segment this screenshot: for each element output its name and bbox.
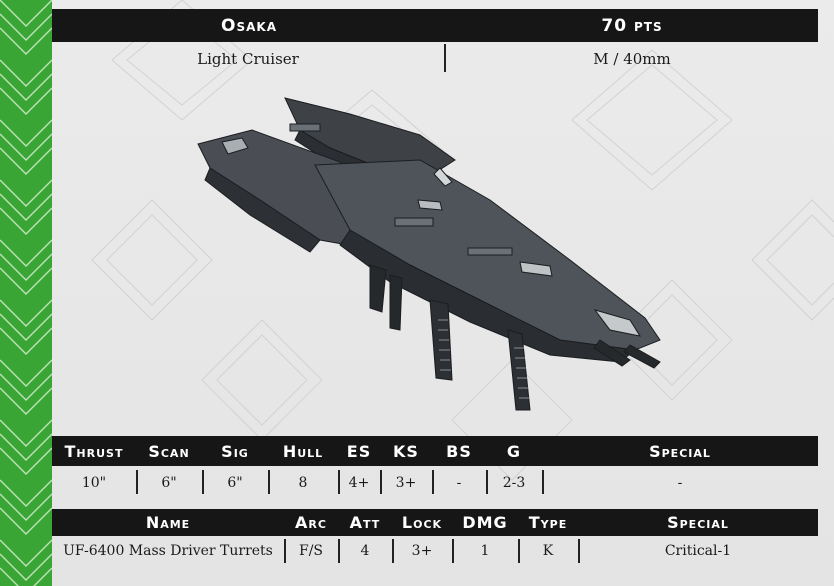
stat-scan: 6" [161, 475, 177, 491]
weapon-name: UF-6400 Mass Driver Turrets [63, 543, 273, 559]
stat-g: 2-3 [502, 475, 526, 491]
ship-name: Osaka [221, 15, 277, 36]
stat-ks: 3+ [395, 475, 417, 491]
stat-header-special: Special [649, 441, 711, 461]
weapon-header-type: Type [528, 513, 568, 532]
stat-header-es: ES [346, 441, 372, 461]
ship-image [197, 97, 661, 411]
stat-special: - [677, 475, 683, 491]
weapon-header-name: Name [145, 513, 191, 532]
green-border-strip [0, 0, 52, 586]
stat-header-scan: Scan [148, 441, 190, 461]
weapon-header-dmg: DMG [462, 513, 508, 532]
weapons-header-bar: Name Arc Att Lock DMG Type Special [52, 509, 818, 536]
stat-header-bs: BS [446, 441, 472, 461]
stat-header-g: G [506, 441, 522, 461]
ship-class: Light Cruiser [197, 50, 299, 68]
weapon-header-arc: Arc [295, 513, 327, 532]
stat-hull: 8 [298, 475, 308, 491]
weapon-row: UF-6400 Mass Driver Turrets F/S 4 3+ 1 K… [52, 537, 818, 565]
stat-es: 4+ [348, 475, 370, 491]
weapon-type: K [542, 543, 554, 559]
stats-values-row: 10" 6" 6" 8 4+ 3+ - 2-3 - [52, 468, 818, 498]
base-size: M / 40mm [593, 50, 671, 68]
stat-sig: 6" [227, 475, 243, 491]
subheader-row: Light Cruiser M / 40mm [52, 44, 818, 74]
weapon-header-lock: Lock [401, 513, 443, 532]
weapon-att: 4 [360, 543, 370, 559]
stat-header-hull: Hull [282, 441, 324, 461]
stat-bs: - [456, 475, 462, 491]
weapon-header-att: Att [349, 513, 381, 532]
header-bar: Osaka 70 pts [52, 9, 818, 42]
stat-header-sig: Sig [221, 441, 249, 461]
points-cost: 70 pts [601, 15, 663, 36]
stats-header-bar: Thrust Scan Sig Hull ES KS BS G Special [52, 436, 818, 466]
chevron-pattern [0, 0, 52, 586]
weapon-dmg: 1 [480, 543, 490, 559]
weapon-special: Critical-1 [664, 543, 732, 559]
stat-header-thrust: Thrust [64, 441, 124, 461]
weapon-lock: 3+ [411, 543, 433, 559]
stat-thrust: 10" [81, 475, 107, 491]
weapon-arc: F/S [298, 543, 324, 559]
weapon-header-special: Special [667, 513, 729, 532]
stat-header-ks: KS [393, 441, 419, 461]
